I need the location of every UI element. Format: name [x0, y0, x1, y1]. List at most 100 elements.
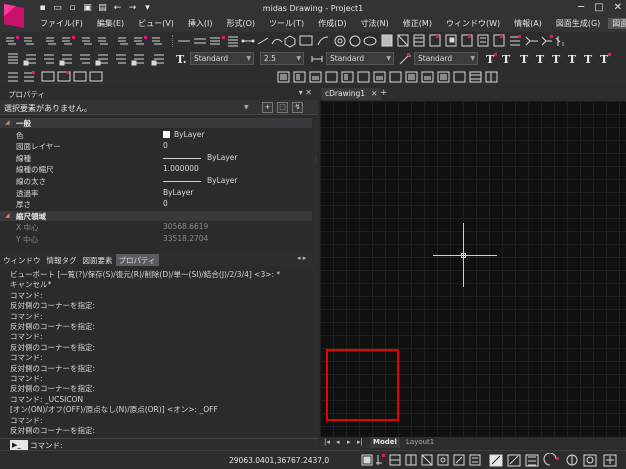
menu-file[interactable]: ファイル(F) [34, 18, 91, 29]
selection-window-rectangle [326, 349, 399, 421]
leader-style-icon[interactable] [398, 50, 412, 68]
command-history-line: 反対側のコーナーを指定: [10, 342, 96, 352]
command-history-line: コマンド: [10, 332, 43, 342]
app-title: midas Drawing - Project1 [262, 4, 364, 13]
tab-properties[interactable]: プロパティ [115, 254, 159, 266]
menu-modify[interactable]: 修正(M) [397, 18, 440, 29]
leader-style-combo[interactable]: Standard ▼ [414, 52, 478, 65]
menu-dimension[interactable]: 寸法(N) [355, 18, 397, 29]
menu-view[interactable]: ビュー(V) [132, 18, 182, 29]
modify-tool-icons[interactable] [0, 50, 180, 68]
tab-info-tag[interactable]: 情報タグ [44, 254, 80, 266]
select-objects-button[interactable]: ⬚ [277, 102, 288, 113]
property-row[interactable]: 図面レイヤー 0 [0, 141, 312, 151]
block-tool-icons[interactable] [0, 68, 110, 86]
tab-drawing-elements[interactable]: 図面要素 [80, 254, 116, 266]
layout-last-icon[interactable]: ▸| [357, 438, 363, 446]
status-bar: 29063.0401,36767.2437,0 [0, 450, 626, 469]
property-value[interactable]: 0 [163, 199, 168, 208]
toggle-pickadd-button[interactable]: + [262, 102, 273, 113]
command-history-line: コマンド: [10, 415, 43, 425]
menu-drawing-gen[interactable]: 図面生成(G) [550, 18, 608, 29]
tab-window[interactable]: ウィンドウ [0, 254, 44, 266]
svg-text:T: T [536, 53, 545, 66]
properties-panel-header: プロパティ ▾ ✕ [0, 88, 318, 100]
svg-text:T: T [584, 53, 593, 66]
selection-dropdown[interactable]: 選択要素がありません。 ▼ + ⬚ ↯ [0, 100, 318, 115]
close-icon[interactable]: ✕ [371, 89, 377, 98]
color-swatch [163, 130, 170, 138]
property-value: 30568.6619 [163, 222, 209, 232]
toolbar-grip[interactable] [172, 35, 175, 47]
property-value[interactable]: ByLayer [207, 153, 238, 162]
text-style-icon[interactable]: T. [176, 53, 187, 66]
dimension-style-icon[interactable] [310, 50, 324, 68]
view-tool-icons[interactable] [274, 68, 614, 86]
property-value[interactable]: 1.000000 [163, 164, 199, 173]
properties-panel-title: プロパティ [8, 90, 46, 99]
chevron-down-icon: ▼ [470, 55, 475, 62]
add-tab-icon[interactable]: + [380, 88, 388, 98]
layout-prev-icon[interactable]: ◂ [336, 438, 340, 446]
svg-text:T: T [568, 53, 577, 66]
tab-layout1[interactable]: Layout1 [406, 438, 434, 446]
expand-triangle-icon[interactable]: ◢ [5, 212, 10, 219]
layout-next-icon[interactable]: ▸ [347, 438, 351, 446]
property-row[interactable]: 線種の縮尺 1.000000 [0, 164, 312, 174]
menu-draw[interactable]: 作成(D) [312, 18, 354, 29]
text-height-combo[interactable]: 2.5 ▼ [260, 52, 304, 65]
command-line[interactable]: ▶_ コマンド: [0, 438, 318, 450]
menu-info[interactable]: 情報(A) [508, 18, 550, 29]
expand-triangle-icon[interactable]: ◢ [5, 119, 10, 126]
menu-tools[interactable]: ツール(T) [263, 18, 312, 29]
tab-scroll-arrows[interactable]: ◂ ▸ [297, 254, 306, 262]
menu-window[interactable]: ウィンドウ(W) [440, 18, 508, 29]
property-row[interactable]: 厚さ 0 [0, 199, 312, 209]
property-key: 一般 [16, 119, 31, 128]
property-value[interactable]: ByLayer [174, 130, 205, 139]
line-tool-icons[interactable] [178, 34, 564, 48]
command-scrollbar[interactable] [312, 268, 318, 438]
drawing-tabs: cDrawing1 ✕ + [318, 88, 626, 100]
quick-select-button[interactable]: ↯ [292, 102, 303, 113]
panel-pin-close-icons[interactable]: ▾ ✕ [299, 88, 312, 97]
status-toggle-icons[interactable] [360, 453, 624, 467]
property-value[interactable]: ByLayer [163, 188, 194, 197]
toolbar-block [0, 68, 626, 86]
text-tool-icons[interactable]: T T T T T T T T [484, 50, 624, 68]
menu-insert[interactable]: 挿入(I) [182, 18, 221, 29]
property-row[interactable]: 透過率 ByLayer [0, 188, 312, 198]
property-row[interactable]: 色 ByLayer [0, 130, 312, 140]
property-value[interactable]: ByLayer [207, 176, 238, 185]
maximize-button[interactable]: □ [594, 2, 603, 13]
property-scrollbar[interactable]: ⋮ [312, 116, 319, 254]
array-tool-icons[interactable] [6, 36, 162, 45]
command-history-line: ビューポート [一覧(?)/保存(S)/復元(R)/削除(D)/単一(SI)/結… [10, 270, 281, 279]
property-category[interactable]: ◢ 縮尺領域 [0, 210, 312, 221]
tab-model[interactable]: Model [370, 437, 400, 448]
property-grid: ◢ 一般色 ByLayer 図面レイヤー 0 線種 ByLayer 線種の縮尺 1.000000… [0, 116, 312, 254]
property-row[interactable]: Y 中心 33518.2704 [0, 234, 312, 244]
text-style-combo[interactable]: Standard ▼ [190, 52, 254, 65]
linetype-preview [163, 181, 201, 182]
menu-format[interactable]: 形式(O) [220, 18, 263, 29]
menu-drawing[interactable]: 図面 [608, 18, 626, 29]
menu-edit[interactable]: 編集(E) [91, 18, 132, 29]
property-row[interactable]: X 中心 30568.6619 [0, 222, 312, 232]
property-category[interactable]: ◢ 一般 [0, 118, 312, 128]
title-bar: ▪ ▭ ▫ ▣ ▤ ← → ▾ midas Drawing - Project1… [0, 0, 626, 32]
property-key: 線種の縮尺 [16, 165, 54, 175]
drawing-tab[interactable]: cDrawing1 ✕ [321, 88, 382, 100]
property-key: 図面レイヤー [16, 142, 61, 152]
dim-style-combo[interactable]: Standard ▼ [326, 52, 394, 65]
scroll-grip-icon: ⋮ [313, 156, 319, 163]
minimize-button[interactable]: ─ [578, 2, 584, 13]
property-value[interactable]: 0 [163, 141, 168, 150]
property-row[interactable]: 線種 ByLayer [0, 153, 312, 163]
command-history-line: [オン(ON)/オフ(OFF)/原点なし(N)/原点(OR)] <オン>: _O… [10, 405, 218, 415]
coordinate-readout: 29063.0401,36767.2437,0 [229, 456, 330, 465]
close-button[interactable]: ✕ [614, 2, 622, 13]
drawing-tab-label: cDrawing1 [325, 89, 366, 98]
property-row[interactable]: 線の太さ ByLayer [0, 176, 312, 186]
layout-first-icon[interactable]: |◂ [324, 438, 330, 446]
